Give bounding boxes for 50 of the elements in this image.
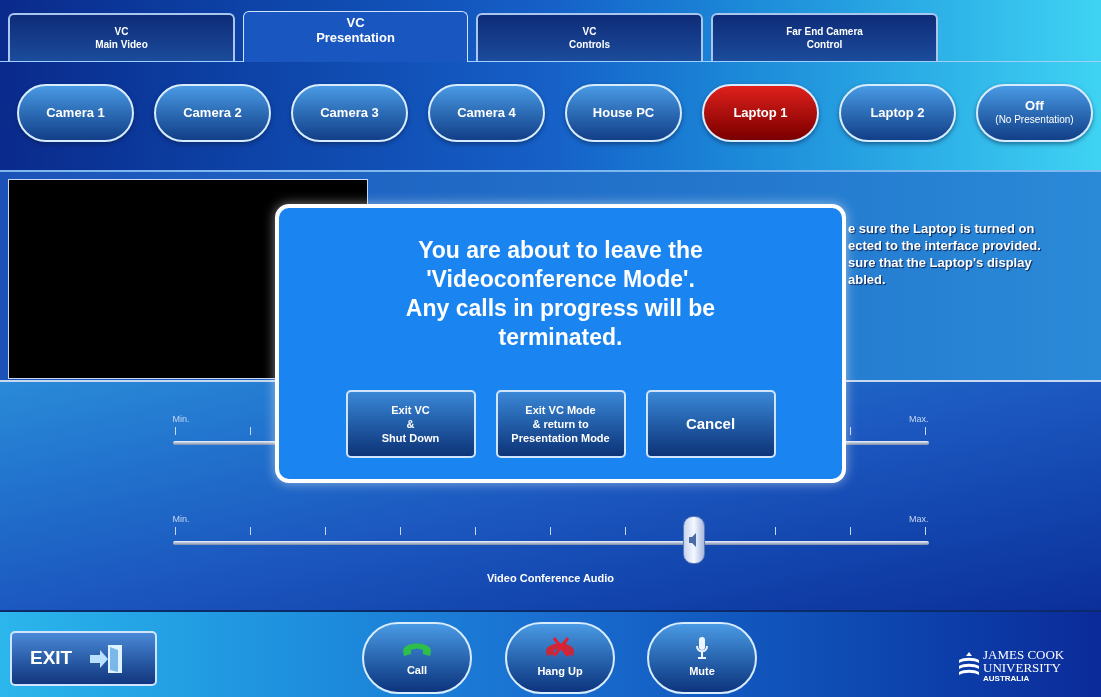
logo-text: JAMES COOK — [983, 648, 1065, 661]
source-button[interactable]: House PC — [565, 84, 682, 142]
dialog-button[interactable]: Exit VC & Shut Down — [345, 390, 476, 458]
tick-mark — [549, 527, 551, 535]
tick-mark — [625, 527, 627, 535]
logo-text: UNIVERSITY — [983, 661, 1062, 674]
tick-mark — [925, 527, 927, 535]
source-button[interactable]: Camera 3 — [291, 84, 408, 142]
logo-text: AUSTRALIA — [983, 674, 1031, 683]
tick-mark — [474, 527, 476, 535]
exit-button[interactable]: EXIT — [10, 631, 157, 686]
slider-track[interactable]: Min. Max. — [172, 514, 929, 564]
min-label: Min. — [172, 514, 190, 525]
tab[interactable]: VC Controls — [476, 13, 703, 61]
slider-thumb[interactable] — [683, 516, 706, 564]
tick-mark — [399, 527, 401, 535]
source-button[interactable]: Laptop 1 — [702, 84, 819, 142]
source-button[interactable]: Camera 2 — [154, 84, 271, 142]
source-button[interactable]: Camera 4 — [428, 84, 545, 142]
max-label: Max. — [909, 414, 929, 425]
source-button[interactable]: Off (No Presentation) — [976, 84, 1093, 142]
dialog-message: You are about to leave the 'Videoconference Mode'. Any calls in progress will be terminated. — [405, 236, 716, 352]
source-button[interactable]: Camera 1 — [17, 84, 134, 142]
dialog-button[interactable]: Cancel — [645, 390, 776, 458]
tick-mark — [249, 427, 251, 435]
tab[interactable]: VC Presentation — [243, 11, 468, 62]
microphone-icon — [695, 636, 709, 661]
tick-mark — [925, 427, 927, 435]
instruction-text: sure that the Laptop's display — [848, 254, 1033, 271]
source-button[interactable]: Laptop 2 — [839, 84, 956, 142]
tick-mark — [775, 527, 777, 535]
dialog-button[interactable]: Exit VC Mode & return to Presentation Mode — [495, 390, 626, 458]
tab[interactable]: VC Main Video — [8, 13, 235, 61]
call-control-button[interactable]: Call — [362, 622, 472, 694]
instruction-text: e sure the Laptop is turned on — [848, 220, 1036, 237]
min-label: Min. — [172, 414, 190, 425]
tick-mark — [249, 527, 251, 535]
tick-mark — [174, 527, 176, 535]
tick-mark — [850, 527, 852, 535]
call-control-button[interactable]: Hang Up — [505, 622, 615, 694]
slider-label: Video Conference Audio — [486, 571, 615, 586]
door-icon — [88, 642, 125, 675]
tick-mark — [850, 427, 852, 435]
tick-mark — [174, 427, 176, 435]
instruction-text: abled. — [848, 271, 887, 288]
instruction-text: ected to the interface provided. — [848, 237, 1042, 254]
tick-mark — [324, 527, 326, 535]
max-label: Max. — [909, 514, 929, 525]
tab[interactable]: Far End Camera Control — [711, 13, 938, 61]
call-control-button[interactable]: Mute — [647, 622, 757, 694]
